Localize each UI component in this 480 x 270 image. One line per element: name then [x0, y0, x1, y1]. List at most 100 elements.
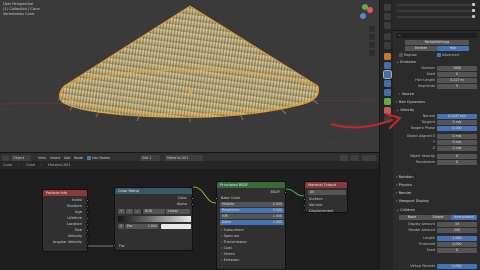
menu-view[interactable]: View: [38, 155, 46, 161]
subpanel-sheen[interactable]: › Sheen: [221, 252, 235, 256]
segments-field[interactable]: 5: [437, 83, 477, 89]
ramp-interp-dropdown[interactable]: Linear: [166, 209, 190, 214]
socket-bsdf[interactable]: [283, 190, 287, 194]
material-selector[interactable]: Material.001: [165, 154, 203, 161]
children-mode-simple[interactable]: Simple: [425, 215, 451, 220]
ortho-grid-icon[interactable]: [369, 50, 375, 56]
breadcrumb-material[interactable]: Material.001: [48, 163, 71, 167]
advanced-checkbox[interactable]: [437, 53, 441, 57]
menu-node[interactable]: Node: [74, 155, 83, 161]
socket-velocity[interactable]: [85, 234, 89, 238]
socket-fac[interactable]: [113, 244, 117, 248]
constraints-tab-icon[interactable]: [383, 89, 391, 96]
visibility-icon[interactable]: [472, 3, 475, 6]
gizmo-x-axis[interactable]: [367, 7, 373, 13]
subpanel-specular[interactable]: › Specular: [221, 234, 239, 238]
children-mode-interpolated[interactable]: Interpolated: [451, 215, 477, 220]
particle-settings-name[interactable]: ParticleSettings: [405, 40, 469, 45]
object-type-dropdown[interactable]: Object: [11, 154, 31, 161]
pos-field[interactable]: Pos 1.000: [125, 224, 159, 229]
tab-hair[interactable]: Hair: [437, 46, 469, 51]
object-aligned-x-field[interactable]: 0 m/s: [437, 133, 477, 139]
outliner-row[interactable]: [397, 10, 476, 12]
object-tab-icon[interactable]: [383, 53, 391, 60]
stop-color-swatch[interactable]: [161, 224, 191, 229]
outliner-panel[interactable]: [393, 0, 480, 30]
snap-icon[interactable]: [351, 154, 359, 161]
render-section[interactable]: › Render: [396, 190, 411, 196]
output-tab-icon[interactable]: [383, 22, 391, 29]
remove-stop-button[interactable]: −: [126, 209, 133, 214]
overlay-dropdown[interactable]: [362, 154, 376, 161]
socket-alpha[interactable]: [190, 202, 194, 206]
gizmo-y-axis[interactable]: [362, 4, 368, 10]
search-input[interactable]: ⌕: [396, 33, 477, 38]
subpanel-subsurface[interactable]: › Subsurface: [221, 228, 244, 232]
display-amount-field[interactable]: 10: [437, 221, 477, 227]
pin-icon[interactable]: [340, 154, 348, 161]
3d-viewport[interactable]: User Perspective (1) Collection | Cone V…: [0, 0, 379, 152]
children-mode-none[interactable]: None: [399, 215, 425, 220]
tool-tab-icon[interactable]: [383, 4, 391, 11]
roughness-field[interactable]: Roughness 0.500: [220, 208, 284, 213]
menu-select[interactable]: Select: [50, 155, 60, 161]
stop-index[interactable]: 1: [118, 224, 124, 229]
socket-volume[interactable]: [303, 203, 307, 207]
outliner-row[interactable]: [397, 4, 476, 6]
physics-tab-icon[interactable]: [383, 80, 391, 87]
pan-hand-icon[interactable]: [369, 34, 375, 40]
seed-field[interactable]: 0: [437, 71, 477, 77]
use-nodes-checkbox[interactable]: [87, 156, 91, 160]
viewport-display-section[interactable]: › Viewport Display: [396, 198, 429, 204]
tangent-field[interactable]: 0 m/s: [437, 119, 477, 125]
subpanel-coat[interactable]: › Coat: [221, 246, 232, 250]
properties-panel[interactable]: ⌕ ParticleSettings Emitter Hair Regrow A…: [393, 30, 480, 270]
children-seed-field[interactable]: 0: [437, 247, 477, 253]
visibility-icon[interactable]: [472, 15, 475, 18]
tab-emitter[interactable]: Emitter: [405, 46, 437, 51]
object-aligned-y-field[interactable]: 0 m/s: [437, 139, 477, 145]
render-tab-icon[interactable]: [383, 13, 391, 20]
threshold-field[interactable]: 0.000: [437, 241, 477, 247]
hair-length-field[interactable]: 0.127 m: [437, 77, 477, 83]
camera-icon[interactable]: [369, 42, 375, 48]
socket-angular-velocity[interactable]: [85, 240, 89, 244]
principled-bsdf-node[interactable]: Principled BSDF BSDF Base Color Metallic…: [215, 181, 287, 270]
particle-info-title[interactable]: Particle Info: [43, 190, 87, 196]
rotation-section[interactable]: › Rotation: [396, 174, 414, 180]
alpha-field[interactable]: Alpha 1.000: [220, 220, 284, 225]
data-tab-icon[interactable]: [383, 98, 391, 105]
socket-size[interactable]: [85, 228, 89, 232]
breadcrumb-cone-2[interactable]: Cone: [26, 163, 35, 167]
slot-dropdown[interactable]: Slot 1: [140, 154, 160, 161]
source-section[interactable]: › Source: [399, 91, 414, 97]
tangent-phase-field[interactable]: 0.000: [437, 125, 477, 131]
socket-displacement[interactable]: [303, 209, 307, 213]
socket-color[interactable]: [190, 196, 194, 200]
normal-field[interactable]: 0.1347 m/s: [437, 113, 477, 119]
socket-location[interactable]: [85, 222, 89, 226]
particles-tab-icon[interactable]: [382, 70, 392, 79]
target-dropdown[interactable]: All: [308, 190, 346, 195]
material-output-node[interactable]: Material Output All Surface Volume Displ…: [303, 181, 348, 213]
socket-base-color[interactable]: [215, 196, 219, 200]
socket-random[interactable]: [85, 204, 89, 208]
menu-add[interactable]: Add: [64, 155, 71, 161]
visibility-icon[interactable]: [472, 9, 475, 12]
color-ramp-gradient[interactable]: [118, 216, 191, 222]
length-field[interactable]: 1.000: [437, 235, 477, 241]
editor-type-icon[interactable]: [2, 154, 9, 161]
material-output-title[interactable]: Material Output: [305, 182, 347, 188]
gizmo-z-axis[interactable]: [360, 13, 366, 19]
scene-tab-icon[interactable]: [383, 33, 391, 40]
render-amount-field[interactable]: 100: [437, 227, 477, 233]
particle-info-node[interactable]: Particle Info Index Random Age Lifetime …: [42, 189, 89, 252]
color-ramp-title[interactable]: Color Ramp: [115, 188, 192, 194]
randomize-field[interactable]: 0: [437, 159, 477, 165]
socket-index[interactable]: [85, 198, 89, 202]
outliner-row[interactable]: [397, 16, 476, 18]
socket-age[interactable]: [85, 210, 89, 214]
socket-lifetime[interactable]: [85, 216, 89, 220]
principled-bsdf-title[interactable]: Principled BSDF: [217, 182, 285, 188]
world-tab-icon[interactable]: [383, 42, 391, 49]
